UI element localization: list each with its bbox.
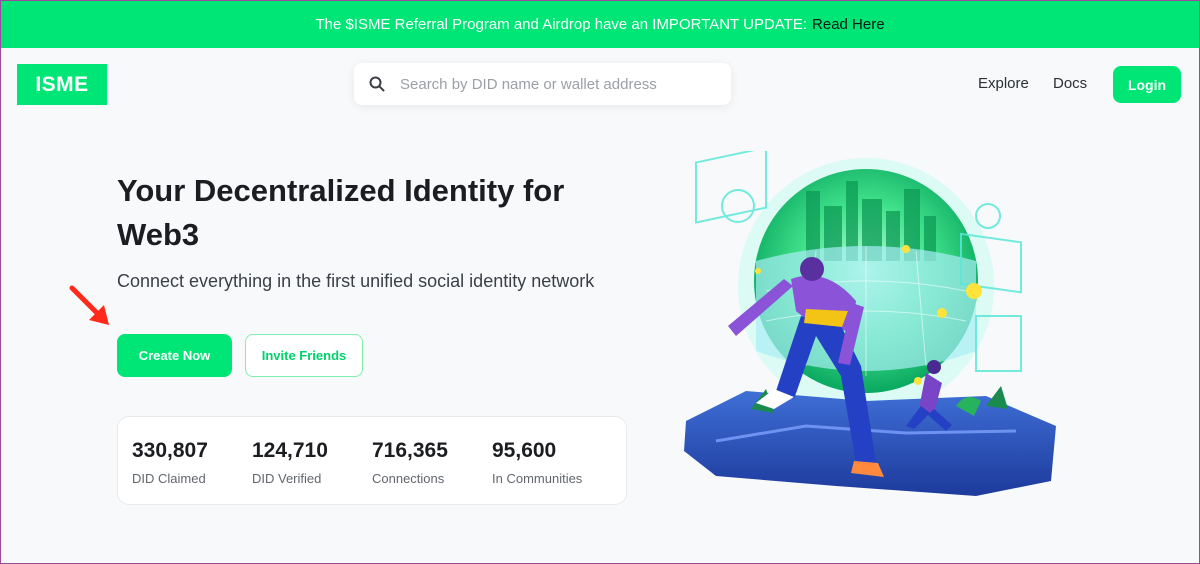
- hero-title: Your Decentralized Identity for Web3: [117, 173, 565, 252]
- stat-in-communities: 95,600 In Communities: [492, 439, 582, 486]
- hero-illustration: [684, 151, 1056, 496]
- stat-value: 95,600: [492, 439, 557, 462]
- stat-label: DID Claimed: [132, 471, 206, 486]
- isme-logo[interactable]: ISME: [17, 64, 107, 105]
- stat-did-verified: 124,710 DID Verified: [252, 439, 328, 486]
- search-icon: [369, 76, 385, 92]
- stat-label: In Communities: [492, 471, 583, 486]
- banner-read-here-link[interactable]: Read Here: [812, 16, 885, 33]
- page-frame: The $ISME Referral Program and Airdrop h…: [0, 0, 1200, 564]
- nav-explore-link[interactable]: Explore: [978, 75, 1029, 92]
- search-bar[interactable]: [354, 63, 731, 105]
- stat-did-claimed: 330,807 DID Claimed: [132, 439, 208, 486]
- stats-card: 330,807 DID Claimed 124,710 DID Verified…: [117, 416, 627, 505]
- banner-text: The $ISME Referral Program and Airdrop h…: [315, 16, 808, 33]
- invite-friends-button[interactable]: Invite Friends: [245, 334, 363, 377]
- create-now-button[interactable]: Create Now: [117, 334, 232, 377]
- stat-value: 124,710: [252, 439, 328, 462]
- announcement-banner: The $ISME Referral Program and Airdrop h…: [1, 1, 1199, 48]
- search-input[interactable]: [400, 75, 700, 93]
- stat-label: DID Verified: [252, 471, 322, 486]
- hero-subtitle: Connect everything in the first unified …: [117, 271, 595, 291]
- stat-label: Connections: [372, 471, 445, 486]
- stat-connections: 716,365 Connections: [372, 439, 448, 486]
- nav-docs-link[interactable]: Docs: [1053, 75, 1087, 92]
- stat-value: 330,807: [132, 439, 208, 462]
- stat-value: 716,365: [372, 439, 448, 462]
- login-button[interactable]: Login: [1113, 66, 1181, 103]
- red-arrow-annotation: [69, 285, 109, 325]
